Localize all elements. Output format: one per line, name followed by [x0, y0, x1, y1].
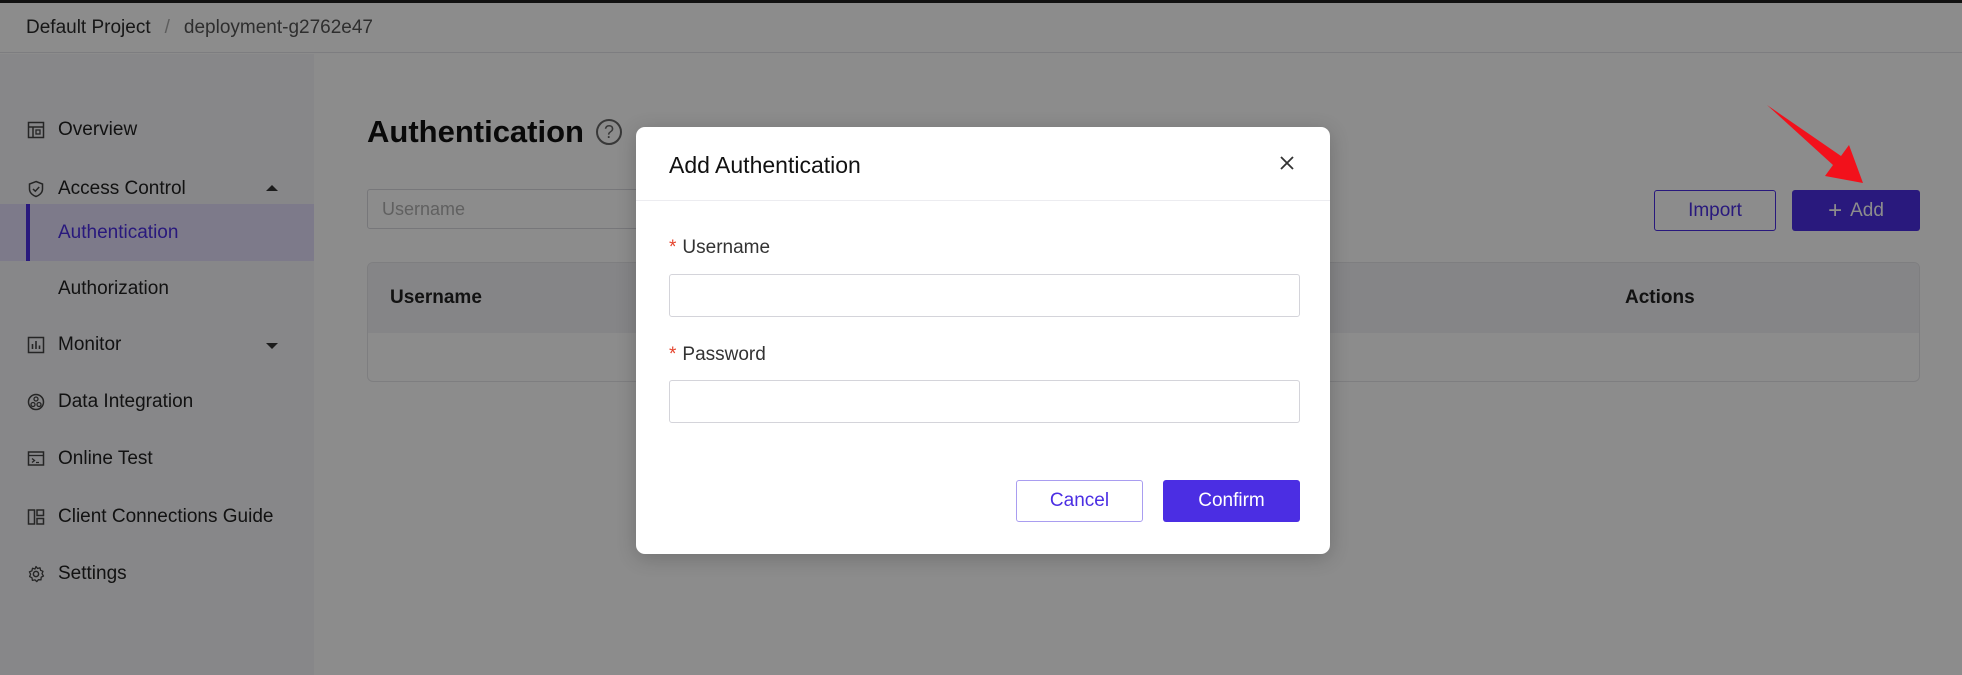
dialog-title: Add Authentication: [669, 152, 861, 178]
page: Default Project / deployment-g2762e47 Ov…: [0, 0, 1962, 675]
dialog-header: Add Authentication: [636, 127, 1330, 201]
confirm-button[interactable]: Confirm: [1163, 480, 1300, 522]
close-icon[interactable]: [1277, 153, 1297, 173]
username-label: * Username: [669, 237, 770, 259]
username-label-text: Username: [682, 237, 771, 258]
required-mark: *: [669, 344, 677, 365]
cancel-button[interactable]: Cancel: [1016, 480, 1143, 522]
password-label: * Password: [669, 344, 766, 366]
annotation-arrow-icon: [1767, 105, 1863, 183]
add-authentication-dialog: Add Authentication * Username * Password C…: [636, 127, 1330, 554]
password-field[interactable]: [669, 380, 1300, 423]
username-field[interactable]: [669, 274, 1300, 317]
required-mark: *: [669, 237, 677, 258]
password-label-text: Password: [682, 344, 766, 365]
